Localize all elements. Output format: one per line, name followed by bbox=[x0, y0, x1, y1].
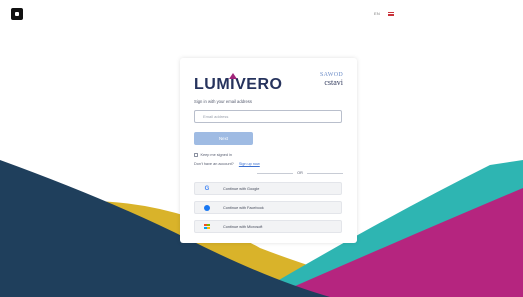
keep-signed-in-label[interactable]: Keep me signed in bbox=[201, 153, 232, 157]
divider-or-text: OR bbox=[297, 171, 303, 175]
login-card: LUMIVERO SAWOD cstavi Sign in with your … bbox=[180, 58, 357, 243]
keep-signed-in-row[interactable]: Keep me signed in bbox=[194, 153, 232, 157]
login-page: EN LUMIVERO SAWOD cstavi Sign in with yo… bbox=[0, 0, 523, 297]
google-icon: G bbox=[204, 185, 210, 192]
sign-up-link[interactable]: Sign up now bbox=[239, 162, 260, 166]
next-button[interactable]: Next bbox=[194, 132, 253, 145]
language-switcher[interactable]: EN bbox=[374, 11, 394, 16]
google-label: Continue with Google bbox=[223, 186, 260, 191]
no-account-text: Don't have an account? bbox=[194, 162, 234, 166]
divider-line-right bbox=[306, 172, 344, 174]
facebook-label: Continue with Facebook bbox=[223, 205, 264, 210]
divider-line-left bbox=[257, 172, 294, 174]
microsoft-label: Continue with Microsoft bbox=[223, 224, 263, 229]
partner-logo-bottom: cstavi bbox=[324, 78, 343, 87]
facebook-icon bbox=[204, 204, 210, 211]
email-field[interactable] bbox=[194, 110, 342, 123]
or-divider: OR bbox=[257, 171, 344, 175]
language-code[interactable]: EN bbox=[374, 11, 380, 16]
brand-mark-icon bbox=[229, 73, 237, 79]
partner-logo: SAWOD cstavi bbox=[320, 72, 343, 87]
app-logo-icon[interactable] bbox=[11, 8, 23, 20]
signup-row: Don't have an account? Sign up now bbox=[194, 162, 260, 166]
continue-with-google-button[interactable]: G Continue with Google bbox=[194, 182, 342, 195]
microsoft-icon bbox=[204, 223, 210, 230]
continue-with-microsoft-button[interactable]: Continue with Microsoft bbox=[194, 220, 342, 233]
keep-signed-in-checkbox[interactable] bbox=[194, 153, 198, 157]
sign-in-subtitle: Sign in with your email address bbox=[194, 99, 252, 104]
uk-flag-icon[interactable] bbox=[387, 11, 394, 16]
continue-with-facebook-button[interactable]: Continue with Facebook bbox=[194, 201, 342, 214]
brand-logo: LUMIVERO bbox=[194, 76, 283, 93]
